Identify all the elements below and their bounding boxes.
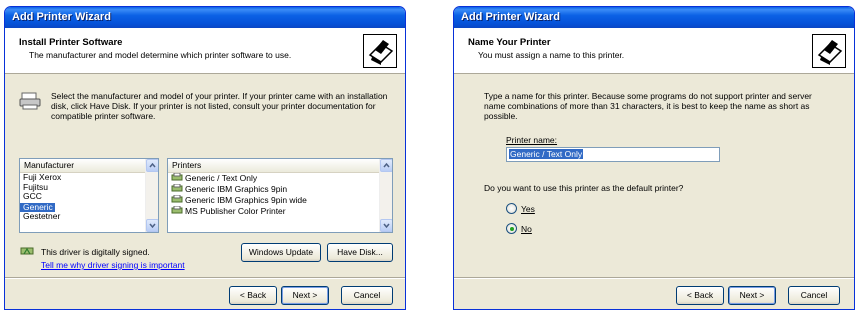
instructions-line-2: disk, click Have Disk. If your printer i… [51,101,376,111]
printer-driver-icon [171,195,183,203]
printer-wizard-icon [363,34,397,68]
header-subtitle: The manufacturer and model determine whi… [29,50,292,60]
yes-radio-label[interactable]: Yes [521,204,535,214]
cancel-button[interactable]: Cancel [341,286,393,305]
printer-item[interactable]: Generic IBM Graphics 9pin wide [168,195,392,206]
cancel-button[interactable]: Cancel [788,286,840,305]
printers-scrollbar[interactable] [379,159,392,232]
wizard-header: Name Your Printer You must assign a name… [454,28,854,74]
scroll-up-button[interactable] [146,159,158,172]
manufacturer-item[interactable]: Gestetner [20,211,158,222]
signed-driver-icon [20,245,34,259]
wizard-header: Install Printer Software The manufacture… [5,28,405,74]
printer-name-input[interactable]: Generic / Text Only [506,147,720,162]
scroll-down-button[interactable] [380,219,392,232]
scroll-up-button[interactable] [380,159,392,172]
printer-name-value: Generic / Text Only [509,149,584,159]
chevron-down-icon [149,223,156,229]
header-subtitle: You must assign a name to this printer. [478,50,625,60]
driver-signed-text: This driver is digitally signed. [41,247,150,257]
add-printer-wizard-install-software: Add Printer Wizard Install Printer Softw… [4,6,406,310]
driver-signing-link[interactable]: Tell me why driver signing is important [41,260,185,270]
window-title: Add Printer Wizard [454,7,854,28]
footer-divider [5,277,405,279]
printer-driver-icon [171,173,183,181]
chevron-up-icon [149,162,156,168]
next-button[interactable]: Next > [728,286,776,305]
manufacturer-header: Manufacturer [20,159,158,173]
back-button[interactable]: < Back [676,286,724,305]
manufacturer-listbox[interactable]: Manufacturer Fuji Xerox Fujitsu GCC Gene… [19,158,159,233]
back-button[interactable]: < Back [229,286,277,305]
instructions-line-3: possible. [484,111,518,121]
printers-listbox[interactable]: Printers Generic / Text Only Generic IBM… [167,158,393,233]
printers-header: Printers [168,159,392,173]
window-title: Add Printer Wizard [5,7,405,28]
printer-item[interactable]: Generic IBM Graphics 9pin [168,184,392,195]
scroll-down-button[interactable] [146,219,158,232]
next-button[interactable]: Next > [281,286,329,305]
header-title: Name Your Printer [468,37,551,48]
footer-divider [454,277,854,279]
yes-radio[interactable] [506,203,517,214]
instructions-line-3: compatible printer software. [51,111,156,121]
printer-item[interactable]: MS Publisher Color Printer [168,206,392,217]
default-printer-question: Do you want to use this printer as the d… [484,183,684,193]
printer-wizard-icon [812,34,846,68]
add-printer-wizard-name-printer: Add Printer Wizard Name Your Printer You… [453,6,855,310]
instructions-line-1: Type a name for this printer. Because so… [484,91,812,101]
printer-item-selected[interactable]: Generic / Text Only [168,173,392,184]
printer-info-icon [19,91,41,113]
manufacturer-scrollbar[interactable] [145,159,158,232]
manufacturer-item[interactable]: GCC [20,191,158,202]
instructions-line-1: Select the manufacturer and model of you… [51,91,388,101]
have-disk-button[interactable]: Have Disk... [327,243,393,262]
chevron-up-icon [383,162,390,168]
screenshot-stage: Add Printer Wizard Install Printer Softw… [0,0,860,316]
printer-driver-icon [171,206,183,214]
instructions-line-2: name combinations of more than 31 charac… [484,101,810,111]
no-radio[interactable] [506,223,517,234]
header-title: Install Printer Software [19,37,123,48]
printer-name-label: Printer name: [506,135,558,145]
printer-driver-icon [171,184,183,192]
no-radio-label[interactable]: No [521,224,532,234]
windows-update-button[interactable]: Windows Update [241,243,321,262]
chevron-down-icon [383,223,390,229]
